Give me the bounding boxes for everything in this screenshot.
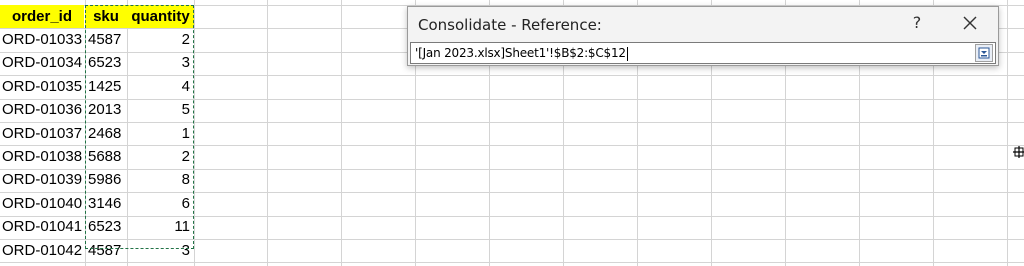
order-id-cell[interactable]: ORD-01042 bbox=[0, 239, 84, 262]
sku-cell[interactable]: 1425 bbox=[86, 75, 127, 98]
move-cursor-icon bbox=[1013, 146, 1024, 158]
order-id-cell[interactable]: ORD-01034 bbox=[0, 51, 84, 74]
quantity-cell[interactable]: 4 bbox=[127, 75, 194, 98]
quantity-cell[interactable]: 6 bbox=[127, 192, 194, 215]
dialog-title: Consolidate - Reference: bbox=[418, 16, 602, 34]
sku-cell[interactable]: 6523 bbox=[86, 51, 127, 74]
reference-input[interactable]: '[Jan 2023.xlsx]Sheet1'!$B$2:$C$12 bbox=[410, 42, 996, 64]
sku-cell[interactable]: 2468 bbox=[86, 122, 127, 145]
sku-cell[interactable]: 5688 bbox=[86, 145, 127, 168]
sku-cell[interactable]: 4587 bbox=[86, 239, 127, 262]
order-id-cell[interactable]: ORD-01033 bbox=[0, 28, 84, 51]
quantity-cell[interactable]: 2 bbox=[127, 145, 194, 168]
help-button[interactable]: ? bbox=[907, 13, 927, 33]
expand-dialog-button[interactable] bbox=[975, 44, 993, 62]
quantity-cell[interactable]: 5 bbox=[127, 98, 194, 121]
close-icon bbox=[963, 16, 977, 30]
order-id-cell[interactable]: ORD-01041 bbox=[0, 215, 84, 238]
order-id-cell[interactable]: ORD-01036 bbox=[0, 98, 84, 121]
sku-cell[interactable]: 3146 bbox=[86, 192, 127, 215]
sku-cell[interactable]: 4587 bbox=[86, 28, 127, 51]
sku-cell[interactable]: 5986 bbox=[86, 168, 127, 191]
quantity-cell[interactable]: 11 bbox=[127, 215, 194, 238]
text-caret bbox=[626, 46, 628, 61]
close-button[interactable] bbox=[958, 13, 982, 33]
sku-cell[interactable]: 2013 bbox=[86, 98, 127, 121]
order-id-cell[interactable]: ORD-01039 bbox=[0, 168, 84, 191]
quantity-cell[interactable]: 3 bbox=[127, 51, 194, 74]
quantity-cell[interactable]: 1 bbox=[127, 122, 194, 145]
quantity-cell[interactable]: 3 bbox=[127, 239, 194, 262]
order-id-cell[interactable]: ORD-01038 bbox=[0, 145, 84, 168]
sku-cell[interactable]: 6523 bbox=[86, 215, 127, 238]
quantity-cell[interactable]: 2 bbox=[127, 28, 194, 51]
header-quantity[interactable]: quantity bbox=[127, 5, 194, 28]
order-id-cell[interactable]: ORD-01037 bbox=[0, 122, 84, 145]
header-sku[interactable]: sku bbox=[85, 5, 127, 28]
quantity-cell[interactable]: 8 bbox=[127, 168, 194, 191]
header-order-id[interactable]: order_id bbox=[0, 5, 84, 28]
collapse-dialog-icon bbox=[978, 47, 990, 59]
order-id-cell[interactable]: ORD-01035 bbox=[0, 75, 84, 98]
reference-value: '[Jan 2023.xlsx]Sheet1'!$B$2:$C$12 bbox=[415, 46, 626, 60]
order-id-cell[interactable]: ORD-01040 bbox=[0, 192, 84, 215]
